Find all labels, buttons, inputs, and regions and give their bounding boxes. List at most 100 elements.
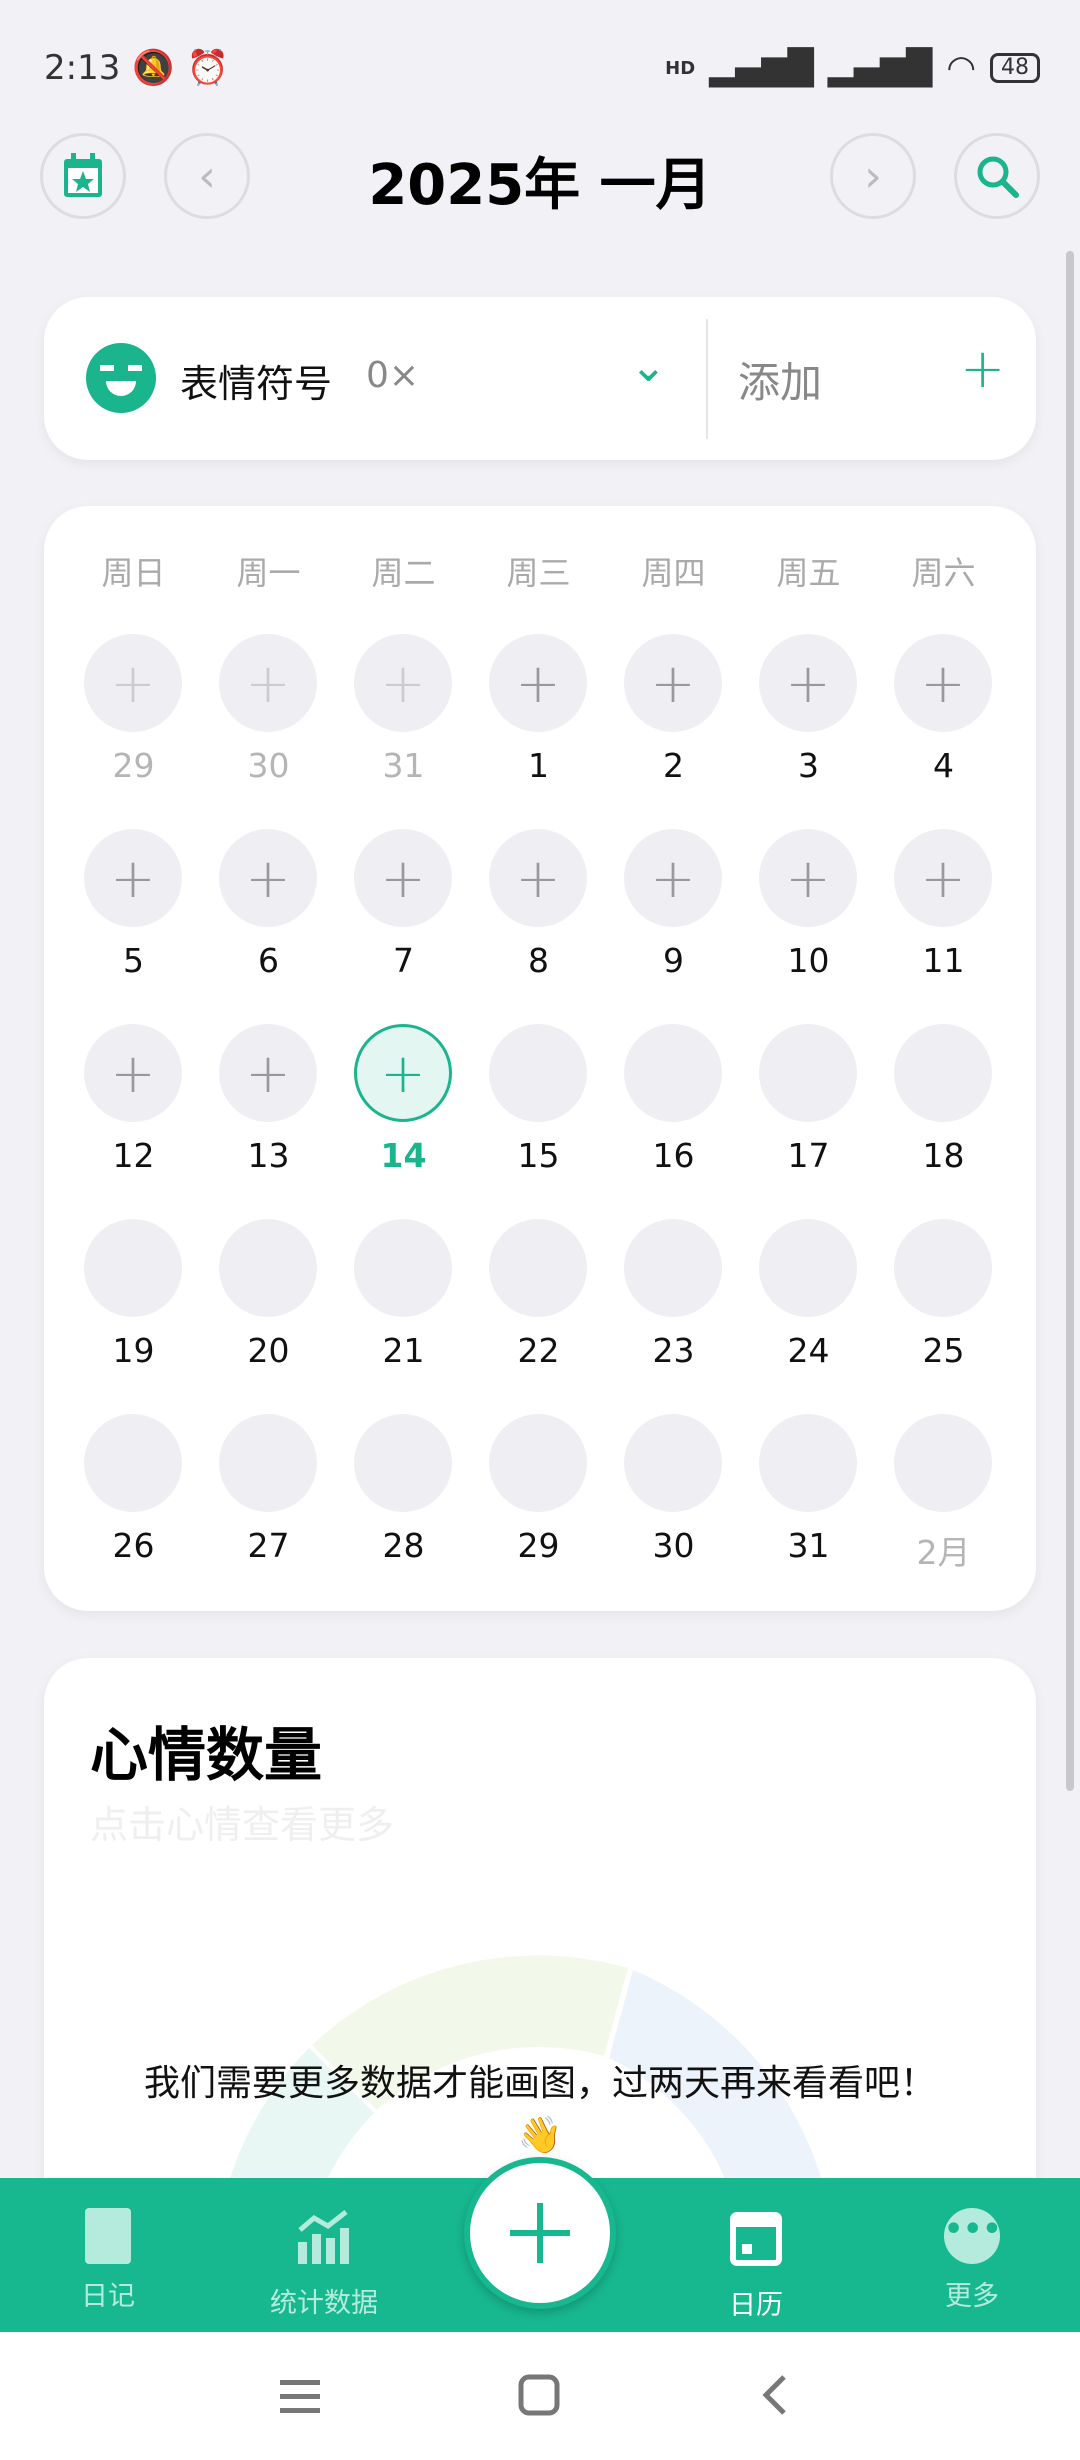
calendar-day[interactable]: 31	[741, 1414, 876, 1609]
chevron-down-icon[interactable]: ⌄	[630, 341, 667, 392]
calendar-day[interactable]: +31	[336, 634, 471, 829]
calendar-day[interactable]: +3	[741, 634, 876, 829]
calendar-day[interactable]: 20	[201, 1219, 336, 1414]
add-mood-plus-icon[interactable]: +	[354, 1024, 452, 1122]
add-mood-plus-icon[interactable]: +	[894, 634, 992, 732]
day-circle[interactable]	[624, 1024, 722, 1122]
add-mood-plus-icon[interactable]: +	[84, 634, 182, 732]
calendar-day[interactable]: 24	[741, 1219, 876, 1414]
day-number: 20	[247, 1331, 290, 1370]
nav-statistics[interactable]: 统计数据	[244, 2208, 404, 2320]
day-circle[interactable]	[489, 1024, 587, 1122]
day-number: 19	[112, 1331, 155, 1370]
weekday-header: 周六	[911, 554, 976, 592]
calendar-day[interactable]: 21	[336, 1219, 471, 1414]
day-circle[interactable]	[489, 1414, 587, 1512]
add-mood-plus-icon[interactable]: +	[354, 829, 452, 927]
nav-diary[interactable]: 日记	[28, 2208, 188, 2313]
wifi-icon: ◠	[946, 48, 976, 88]
day-number: 4	[933, 746, 954, 785]
calendar-day[interactable]: +1	[471, 634, 606, 829]
calendar-day[interactable]: 29	[471, 1414, 606, 1609]
calendar-day[interactable]: +4	[876, 634, 1011, 829]
calendar-day[interactable]: +6	[201, 829, 336, 1024]
day-circle[interactable]	[894, 1219, 992, 1317]
add-mood-plus-icon[interactable]: +	[894, 829, 992, 927]
add-mood-plus-icon[interactable]: +	[354, 634, 452, 732]
add-mood-plus-icon[interactable]: +	[219, 829, 317, 927]
weekday-header: 周二	[371, 554, 436, 592]
scrollbar[interactable]	[1066, 251, 1074, 1791]
add-mood-plus-icon[interactable]: +	[219, 634, 317, 732]
day-circle[interactable]	[84, 1219, 182, 1317]
emoji-filter-label: 表情符号	[180, 362, 333, 406]
day-circle[interactable]	[354, 1219, 452, 1317]
calendar-day[interactable]: 16	[606, 1024, 741, 1219]
calendar-day[interactable]: +9	[606, 829, 741, 1024]
day-circle[interactable]	[624, 1414, 722, 1512]
system-nav-bar	[0, 2332, 1080, 2460]
menu-icon[interactable]	[280, 2376, 320, 2416]
nav-more[interactable]: ••• 更多	[892, 2208, 1052, 2313]
calendar-day[interactable]: 25	[876, 1219, 1011, 1414]
calendar-day[interactable]: 17	[741, 1024, 876, 1219]
weekday-header: 周日	[101, 554, 166, 592]
add-label[interactable]: 添加	[738, 349, 822, 410]
calendar-day[interactable]: +8	[471, 829, 606, 1024]
calendar-day[interactable]: +30	[201, 634, 336, 829]
search-button[interactable]	[954, 133, 1040, 219]
calendar-day[interactable]: +13	[201, 1024, 336, 1219]
next-month-button[interactable]: ›	[830, 133, 916, 219]
day-circle[interactable]	[84, 1414, 182, 1512]
emoji-count: 0×	[366, 355, 420, 396]
day-circle[interactable]	[624, 1219, 722, 1317]
calendar-day[interactable]: 2月	[876, 1414, 1011, 1609]
calendar-day[interactable]: 15	[471, 1024, 606, 1219]
day-circle[interactable]	[759, 1219, 857, 1317]
day-circle[interactable]	[894, 1414, 992, 1512]
day-number: 10	[787, 941, 830, 980]
alarm-icon: ⏰	[186, 48, 230, 88]
add-entry-fab[interactable]	[464, 2157, 616, 2309]
calendar-day[interactable]: +7	[336, 829, 471, 1024]
calendar-day[interactable]: 27	[201, 1414, 336, 1609]
day-number: 31	[787, 1526, 830, 1565]
home-icon[interactable]	[518, 2374, 560, 2416]
calendar-day[interactable]: 26	[66, 1414, 201, 1609]
add-mood-plus-icon[interactable]: +	[84, 829, 182, 927]
add-mood-plus-icon[interactable]: +	[219, 1024, 317, 1122]
calendar-day[interactable]: 23	[606, 1219, 741, 1414]
day-circle[interactable]	[219, 1219, 317, 1317]
calendar-day-today[interactable]: +14	[336, 1024, 471, 1219]
add-mood-plus-icon[interactable]: +	[759, 634, 857, 732]
day-circle[interactable]	[219, 1414, 317, 1512]
calendar-day[interactable]: +11	[876, 829, 1011, 1024]
add-mood-plus-icon[interactable]: +	[84, 1024, 182, 1122]
calendar-day[interactable]: +5	[66, 829, 201, 1024]
back-icon[interactable]	[760, 2374, 790, 2416]
signal-icon-2: ▂▄▆█	[827, 48, 933, 88]
calendar-day[interactable]: +12	[66, 1024, 201, 1219]
calendar-day[interactable]: +29	[66, 634, 201, 829]
calendar-day[interactable]: 22	[471, 1219, 606, 1414]
add-mood-plus-icon[interactable]: +	[759, 829, 857, 927]
hd-icon: HD	[665, 57, 696, 79]
calendar-day[interactable]: +10	[741, 829, 876, 1024]
day-circle[interactable]	[489, 1219, 587, 1317]
add-plus-icon[interactable]: +	[960, 337, 1005, 400]
day-circle[interactable]	[894, 1024, 992, 1122]
add-mood-plus-icon[interactable]: +	[624, 634, 722, 732]
day-circle[interactable]	[759, 1414, 857, 1512]
calendar-day[interactable]: 30	[606, 1414, 741, 1609]
add-mood-plus-icon[interactable]: +	[489, 634, 587, 732]
calendar-day[interactable]: 18	[876, 1024, 1011, 1219]
nav-calendar[interactable]: 日历	[676, 2208, 836, 2322]
add-mood-plus-icon[interactable]: +	[624, 829, 722, 927]
day-circle[interactable]	[759, 1024, 857, 1122]
calendar-day[interactable]: +2	[606, 634, 741, 829]
day-circle[interactable]	[354, 1414, 452, 1512]
clock: 2:13	[44, 48, 121, 88]
calendar-day[interactable]: 19	[66, 1219, 201, 1414]
calendar-day[interactable]: 28	[336, 1414, 471, 1609]
add-mood-plus-icon[interactable]: +	[489, 829, 587, 927]
